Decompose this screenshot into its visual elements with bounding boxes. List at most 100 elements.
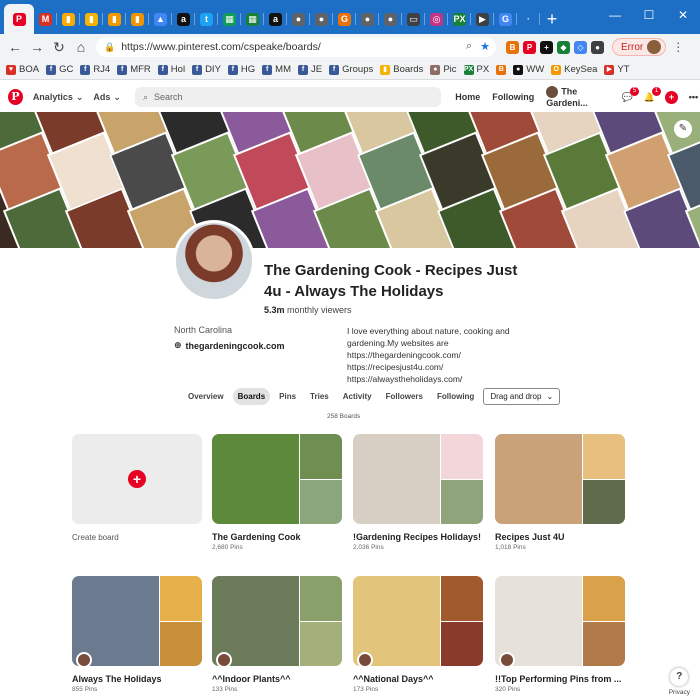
browser-tab[interactable]: ▮	[126, 4, 149, 34]
browser-tab[interactable]: ●	[310, 4, 333, 34]
browser-tab[interactable]: G	[333, 4, 356, 34]
forward-arrow-icon[interactable]: →	[26, 36, 48, 58]
new-tab-button[interactable]: +	[540, 4, 564, 34]
board-card[interactable]: The Gardening Cook 2,680 Pins	[212, 434, 342, 551]
help-button[interactable]: ?	[670, 668, 689, 686]
browser-tab[interactable]: ▭	[402, 4, 425, 34]
tab-following[interactable]: Following	[432, 388, 479, 405]
browser-tab[interactable]: ▲	[149, 4, 172, 34]
search-input[interactable]: ⌕ Search	[134, 87, 442, 107]
bookmark-item[interactable]: ♥ BOA	[6, 64, 39, 75]
home-link[interactable]: Home	[455, 92, 480, 102]
create-plus-icon[interactable]: +	[664, 90, 678, 104]
browser-tab[interactable]: M	[34, 4, 57, 34]
edit-cover-icon[interactable]: ✎	[674, 120, 692, 138]
following-link[interactable]: Following	[492, 92, 534, 102]
bookmark-item[interactable]: B	[496, 64, 507, 75]
extension-icon[interactable]: ◇	[574, 40, 587, 54]
browser-tab[interactable]: a	[264, 4, 287, 34]
home-icon[interactable]: ⌂	[70, 36, 92, 58]
extension-icon[interactable]: P	[523, 40, 536, 54]
browser-tab[interactable]: ▮	[80, 4, 103, 34]
browser-tab[interactable]: ●	[356, 4, 379, 34]
profile-link[interactable]: The Gardeni...	[546, 86, 609, 108]
ads-menu[interactable]: Ads ⌄	[93, 92, 121, 103]
more-options-icon[interactable]: •••	[687, 91, 700, 104]
minimize-button[interactable]: —	[598, 0, 632, 30]
tab-favicon-icon: ◎	[430, 12, 443, 26]
browser-menu-icon[interactable]: ⋮	[672, 40, 684, 54]
bookmark-item[interactable]: O KeySea	[551, 64, 597, 75]
close-window-button[interactable]: ✕	[666, 0, 700, 30]
browser-tab[interactable]: ▮	[57, 4, 80, 34]
bookmark-item[interactable]: ▶ YT	[604, 64, 630, 75]
messages-icon[interactable]: 💬 5	[621, 86, 639, 104]
bookmark-item[interactable]: PX PX	[463, 64, 489, 75]
extension-icon[interactable]: ◆	[557, 40, 570, 54]
browser-tab[interactable]: ▮	[103, 4, 126, 34]
bookmark-star-icon[interactable]: ★	[480, 40, 490, 53]
tab-tries[interactable]: Tries	[305, 388, 334, 405]
profile-error-button[interactable]: Error	[612, 38, 667, 56]
bookmark-item[interactable]: f Groups	[329, 64, 373, 75]
back-arrow-icon[interactable]: ←	[4, 36, 26, 58]
board-cover[interactable]	[212, 576, 342, 666]
sort-dropdown[interactable]: Drag and drop ⌄	[483, 388, 561, 405]
board-card[interactable]: Always The Holidays 855 Pins	[72, 576, 202, 693]
bookmark-item[interactable]: ● WW	[513, 64, 544, 75]
profile-website-link[interactable]: ⊕ thegardeningcook.com	[174, 340, 285, 351]
bookmark-item[interactable]: f DIY	[192, 64, 221, 75]
board-card[interactable]: Recipes Just 4U 1,018 Pins	[495, 434, 625, 551]
bookmark-item[interactable]: f MM	[262, 64, 291, 75]
browser-tab[interactable]: ▦	[218, 4, 241, 34]
tab-pins[interactable]: Pins	[274, 388, 301, 405]
board-cover[interactable]	[212, 434, 342, 524]
browser-tab[interactable]: PX	[448, 4, 471, 34]
bookmark-item[interactable]: f MFR	[117, 64, 151, 75]
create-board-card[interactable]: + Create board	[72, 434, 202, 542]
tab-boards[interactable]: Boards	[232, 388, 271, 405]
browser-tab[interactable]: t	[195, 4, 218, 34]
extension-icon[interactable]: ●	[591, 40, 604, 54]
board-cover[interactable]	[72, 576, 202, 666]
bookmark-item[interactable]: f GC	[46, 64, 73, 75]
board-cover[interactable]	[495, 434, 625, 524]
browser-tab[interactable]: ◎	[425, 4, 448, 34]
board-cover[interactable]	[353, 576, 483, 666]
browser-tab[interactable]: ●	[287, 4, 310, 34]
browser-tab[interactable]: G	[494, 4, 517, 34]
browser-tab[interactable]: ●	[379, 4, 402, 34]
browser-tab[interactable]: a	[172, 4, 195, 34]
tab-followers[interactable]: Followers	[381, 388, 428, 405]
board-card[interactable]: !Gardening Recipes Holidays! 2,036 Pins	[353, 434, 483, 551]
board-cover[interactable]	[353, 434, 483, 524]
address-bar[interactable]: 🔒 https://www.pinterest.com/cspeake/boar…	[96, 37, 496, 57]
bookmark-item[interactable]: f Hol	[157, 64, 185, 75]
create-board-tile[interactable]: +	[72, 434, 202, 524]
privacy-link[interactable]: Privacy	[669, 689, 690, 696]
browser-tab[interactable]: ▦	[241, 4, 264, 34]
zoom-icon[interactable]: ⌕	[466, 40, 472, 53]
pinterest-logo-icon[interactable]: P	[8, 89, 23, 105]
browser-tab[interactable]: ▶	[471, 4, 494, 34]
bookmark-item[interactable]: ▮ Boards	[380, 64, 423, 75]
reload-icon[interactable]: ↻	[48, 36, 70, 58]
bookmark-item[interactable]: f RJ4	[80, 64, 110, 75]
extension-icon[interactable]: +	[540, 40, 553, 54]
analytics-menu[interactable]: Analytics ⌄	[33, 92, 84, 103]
board-card[interactable]: !!Top Performing Pins from ... 320 Pins	[495, 576, 625, 693]
browser-tab-active[interactable]: P	[4, 4, 34, 34]
tab-overview[interactable]: Overview	[183, 388, 229, 405]
extension-icon[interactable]: B	[506, 40, 519, 54]
bookmark-item[interactable]: f HG	[227, 64, 255, 75]
notifications-bell-icon[interactable]: 🔔 1	[643, 86, 661, 104]
tab-activity[interactable]: Activity	[338, 388, 377, 405]
bookmark-favicon-icon: f	[46, 64, 57, 75]
browser-tab[interactable]: ·	[517, 4, 540, 34]
bookmark-item[interactable]: ● Pic	[430, 64, 457, 75]
board-cover[interactable]	[495, 576, 625, 666]
maximize-button[interactable]: ☐	[632, 0, 666, 30]
bookmark-item[interactable]: f JE	[297, 64, 322, 75]
board-card[interactable]: ^^Indoor Plants^^ 133 Pins	[212, 576, 342, 693]
board-card[interactable]: ^^National Days^^ 173 Pins	[353, 576, 483, 693]
